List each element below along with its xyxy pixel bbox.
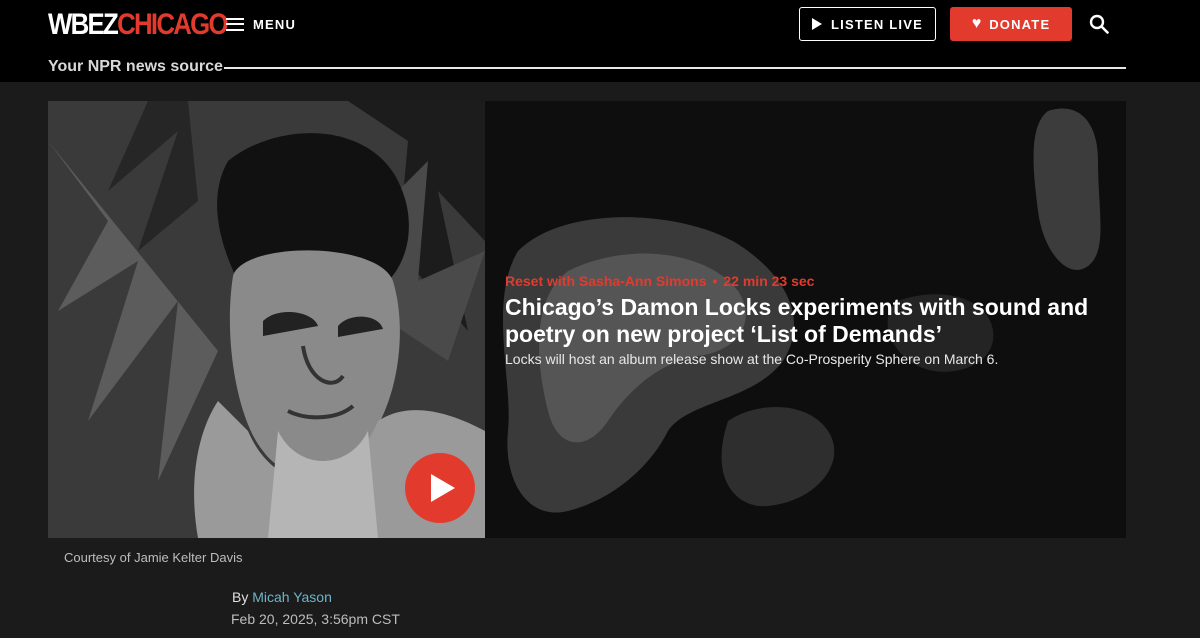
author-link[interactable]: Micah Yason: [252, 589, 332, 605]
logo-wbez: WBEZ: [48, 8, 119, 41]
wbez-chicago-logo[interactable]: WBEZ CHICAGO: [48, 8, 229, 42]
site-header: WBEZ CHICAGO MENU LISTEN LIVE ♥ DONATE Yo…: [0, 0, 1200, 82]
donate-button[interactable]: ♥ DONATE: [950, 7, 1072, 41]
play-button-icon: [431, 474, 455, 502]
menu-label: MENU: [253, 16, 297, 32]
listen-live-button[interactable]: LISTEN LIVE: [799, 7, 936, 41]
play-audio-button[interactable]: [405, 453, 475, 523]
photo-credit: Courtesy of Jamie Kelter Davis: [64, 550, 243, 565]
show-name[interactable]: Reset with Sasha-Ann Simons: [505, 273, 706, 289]
tagline-divider: [224, 67, 1126, 69]
logo-chicago: CHICAGO: [117, 8, 229, 41]
meta-separator: •: [712, 273, 718, 289]
menu-button[interactable]: MENU: [226, 13, 296, 35]
audio-duration: 22 min 23 sec: [723, 273, 815, 289]
byline: By Micah Yason: [232, 589, 332, 605]
byline-prefix: By: [232, 589, 249, 605]
donate-label: DONATE: [989, 16, 1051, 32]
story-meta: Reset with Sasha-Ann Simons • 22 min 23 se…: [505, 273, 814, 289]
search-icon[interactable]: [1089, 14, 1109, 34]
hero-media: Reset with Sasha-Ann Simons • 22 min 23 se…: [48, 101, 1126, 538]
tagline: Your NPR news source: [48, 58, 223, 75]
publish-date: Feb 20, 2025, 3:56pm CST: [231, 611, 400, 627]
story-dek: Locks will host an album release show at…: [505, 351, 999, 367]
play-icon: [812, 18, 823, 30]
story-headline[interactable]: Chicago’s Damon Locks experiments with s…: [505, 294, 1105, 348]
listen-live-label: LISTEN LIVE: [831, 16, 923, 32]
heart-icon: ♥: [971, 15, 982, 32]
hamburger-icon: [226, 17, 244, 31]
